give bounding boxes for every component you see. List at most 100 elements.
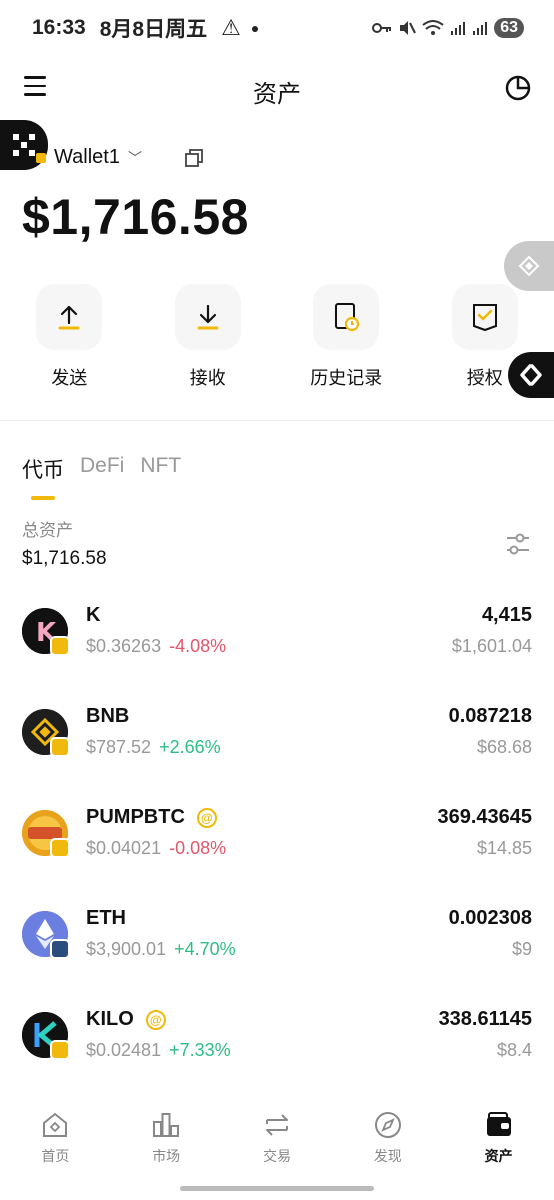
tab-tokens[interactable]: 代币 xyxy=(22,454,64,484)
token-value: $14.85 xyxy=(476,838,532,858)
token-change: -4.08% xyxy=(169,636,227,656)
token-row-eth[interactable]: ETH $3,900.01 +4.70% 0.002308 $9 xyxy=(0,895,554,996)
bottom-nav: 首页 市场 交易 发现 资产 xyxy=(0,1108,554,1172)
history-button[interactable]: 历史记录 xyxy=(277,284,416,390)
token-price: $0.02481 xyxy=(86,1040,162,1060)
linea-chain-badge-icon xyxy=(50,939,70,959)
token-row-kilo[interactable]: KILO @ $0.02481 +7.33% 338.61145 $8.4 xyxy=(0,996,554,1097)
token-amount: 0.087218 xyxy=(448,705,532,727)
chevron-down-icon: ﹀ xyxy=(127,149,142,166)
nav-market-label: 市场 xyxy=(152,1148,181,1164)
receive-label: 接收 xyxy=(189,368,226,388)
authorize-label: 授权 xyxy=(466,368,503,388)
token-value: $9 xyxy=(511,939,532,959)
home-icon xyxy=(40,1108,70,1142)
nav-trade-label: 交易 xyxy=(262,1148,291,1164)
wallet-balance: $1,716.58 xyxy=(22,189,249,245)
token-symbol: ETH xyxy=(86,907,126,929)
token-price-row: $3,900.01 +4.70% xyxy=(86,939,236,960)
pie-chart-icon[interactable] xyxy=(504,74,532,102)
swap-icon xyxy=(262,1108,292,1142)
receive-button[interactable]: 接收 xyxy=(139,284,278,390)
token-price: $787.52 xyxy=(86,737,152,757)
key-icon xyxy=(372,23,392,33)
nav-home-label: 首页 xyxy=(41,1148,70,1164)
wallet-name: Wallet1 xyxy=(54,146,120,168)
token-price-row: $0.04021 -0.08% xyxy=(86,838,226,859)
nav-discover-label: 发现 xyxy=(373,1148,402,1164)
nav-trade[interactable]: 交易 xyxy=(222,1108,333,1172)
signal-icon xyxy=(451,22,466,35)
nav-assets-label: 资产 xyxy=(484,1148,513,1164)
mention-badge-icon: @ xyxy=(196,807,217,828)
token-symbol: KILO @ xyxy=(86,1008,166,1031)
token-price: $0.04021 xyxy=(86,838,162,858)
token-row-k[interactable]: K K $0.36263 -4.08% 4,415 $1,601.04 xyxy=(0,592,554,693)
bnb-chain-badge-icon xyxy=(50,737,70,757)
wallet-selector[interactable]: Wallet1 ﹀ xyxy=(36,146,204,169)
token-price-row: $787.52 +2.66% xyxy=(86,737,221,758)
token-amount: 0.002308 xyxy=(448,907,532,929)
market-icon xyxy=(151,1108,181,1142)
token-price: $0.36263 xyxy=(86,636,162,656)
authorize-icon xyxy=(451,284,518,350)
token-change: +7.33% xyxy=(169,1040,231,1060)
action-bar: 发送 接收 历史记录 授权 xyxy=(0,284,554,390)
nav-market[interactable]: 市场 xyxy=(111,1108,222,1172)
token-change: +2.66% xyxy=(159,737,221,757)
token-symbol: K xyxy=(86,604,101,626)
status-bar: 16:33 8月8日周五 ⚠ ● 63 xyxy=(0,0,554,56)
okx-logo-icon xyxy=(13,134,35,156)
token-amount: 338.61145 xyxy=(438,1008,532,1030)
signal-2-icon xyxy=(473,22,488,35)
token-row-bnb[interactable]: BNB $787.52 +2.66% 0.087218 $68.68 xyxy=(0,693,554,794)
bnb-chain-badge-icon xyxy=(50,838,70,858)
send-button[interactable]: 发送 xyxy=(0,284,139,390)
status-time: 16:33 xyxy=(32,16,86,39)
asset-tabs: 代币 DeFi NFT xyxy=(22,454,181,484)
mute-icon xyxy=(400,21,417,35)
token-symbol: BNB xyxy=(86,705,130,727)
total-assets-value: $1,716.58 xyxy=(22,548,107,569)
nav-assets[interactable]: 资产 xyxy=(443,1108,554,1172)
wallet-color-icon xyxy=(36,152,46,163)
token-value: $68.68 xyxy=(476,737,532,757)
token-price: $3,900.01 xyxy=(86,939,167,959)
tab-defi[interactable]: DeFi xyxy=(80,454,124,484)
status-date: 8月8日周五 xyxy=(99,18,208,41)
token-value: $8.4 xyxy=(496,1040,532,1060)
status-icons: 63 xyxy=(372,18,524,38)
token-value: $1,601.04 xyxy=(451,636,532,656)
token-symbol: PUMPBTC @ xyxy=(86,806,217,829)
token-price-row: $0.02481 +7.33% xyxy=(86,1040,231,1061)
token-price-row: $0.36263 -4.08% xyxy=(86,636,226,657)
token-amount: 369.43645 xyxy=(437,806,532,828)
bnb-chain-badge-icon xyxy=(50,1040,70,1060)
token-row-pumpbtc[interactable]: PUMPBTC @ $0.04021 -0.08% 369.43645 $14.85 xyxy=(0,794,554,895)
warning-icon: ⚠ xyxy=(221,15,241,40)
diamond-icon xyxy=(518,255,540,277)
bnb-chain-badge-icon xyxy=(50,636,70,656)
home-indicator[interactable] xyxy=(180,1186,374,1191)
nav-discover[interactable]: 发现 xyxy=(332,1108,443,1172)
wallet-icon xyxy=(484,1108,514,1142)
token-list: K K $0.36263 -4.08% 4,415 $1,601.04 BNB $… xyxy=(0,592,554,1097)
arrow-up-icon xyxy=(36,284,103,350)
nav-home[interactable]: 首页 xyxy=(0,1108,111,1172)
token-change: +4.70% xyxy=(174,939,236,959)
arrow-down-icon xyxy=(174,284,241,350)
mention-badge-icon: @ xyxy=(145,1009,166,1030)
battery-level: 63 xyxy=(494,18,524,38)
token-change: -0.08% xyxy=(169,838,227,858)
send-label: 发送 xyxy=(51,368,88,388)
history-icon xyxy=(313,284,380,350)
app-header: 资产 xyxy=(0,62,554,116)
history-label: 历史记录 xyxy=(310,368,383,388)
compass-icon xyxy=(373,1108,403,1142)
copy-icon[interactable] xyxy=(184,148,204,168)
tab-nft[interactable]: NFT xyxy=(140,454,181,484)
filter-sliders-icon[interactable] xyxy=(505,531,531,557)
authorize-button[interactable]: 授权 xyxy=(416,284,554,390)
wifi-icon xyxy=(422,20,444,35)
tab-active-indicator xyxy=(31,496,55,500)
